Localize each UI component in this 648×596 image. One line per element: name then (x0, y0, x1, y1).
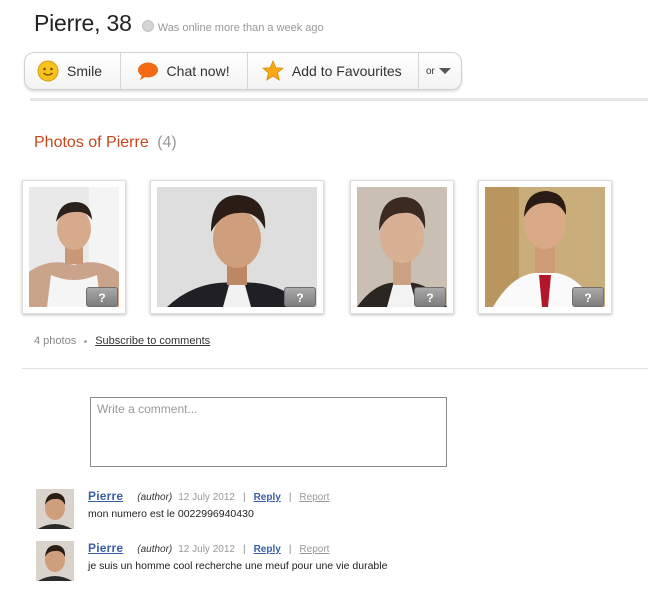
offline-dot-icon (141, 20, 154, 32)
photos-count: (4) (157, 134, 177, 151)
avatar[interactable] (36, 541, 74, 581)
photo-thumbnail[interactable]: ? (22, 180, 126, 314)
online-status: Was online more than a week ago (157, 22, 324, 34)
comment-body: Pierre (author) 12 July 2012 | Reply | R… (88, 541, 628, 572)
subscribe-to-comments-link[interactable]: Subscribe to comments (95, 335, 210, 347)
chat-now-button[interactable]: Chat now! (121, 53, 248, 89)
speech-bubble-icon (137, 61, 159, 81)
reply-link[interactable]: Reply (254, 492, 281, 503)
photo-thumbnail[interactable]: ? (150, 180, 324, 314)
divider (30, 98, 648, 101)
favourites-label: Add to Favourites (291, 63, 402, 79)
author-role: (author) (137, 544, 173, 555)
photo-thumbnail[interactable]: ? (350, 180, 454, 314)
photo-thumbnail[interactable]: ? (478, 180, 612, 314)
comment-header: Pierre (author) 12 July 2012 | Reply | R… (88, 541, 628, 555)
more-label: or (426, 65, 435, 77)
profile-header: Pierre, 38 Was online more than a week a… (34, 10, 324, 37)
reply-link[interactable]: Reply (254, 544, 281, 555)
comment-text: je suis un homme cool recherche une meuf… (88, 560, 388, 572)
smile-button[interactable]: Smile (25, 53, 121, 89)
separator: | (288, 544, 292, 555)
divider (22, 368, 648, 369)
comment-input[interactable] (90, 397, 447, 467)
photo-info-button[interactable]: ? (284, 287, 316, 307)
comment-text: mon numero est le 0022996940430 (88, 508, 254, 520)
star-icon (261, 60, 284, 82)
comment-header: Pierre (author) 12 July 2012 | Reply | R… (88, 489, 628, 503)
comment-date: 12 July 2012 (178, 492, 235, 503)
action-bar: Smile Chat now! Add to Favourites or (24, 52, 462, 90)
chevron-down-icon (438, 68, 451, 74)
separator: | (288, 492, 292, 503)
photos-title-label: Photos of Pierre (34, 134, 149, 151)
smile-label: Smile (67, 63, 103, 79)
profile-name: Pierre, 38 (34, 10, 132, 36)
more-actions-dropdown[interactable]: or (419, 53, 461, 89)
separator: | (242, 544, 246, 555)
add-to-favourites-button[interactable]: Add to Favourites (248, 53, 419, 89)
report-link[interactable]: Report (299, 544, 329, 555)
separator: | (242, 492, 246, 503)
comment-author-link[interactable]: Pierre (88, 541, 123, 555)
comment-body: Pierre (author) 12 July 2012 | Reply | R… (88, 489, 628, 520)
photo-meta: 4 photos Subscribe to comments (34, 335, 210, 347)
photo-info-button[interactable]: ? (414, 287, 446, 307)
photos-title: Photos of Pierre (4) (34, 134, 177, 152)
report-link[interactable]: Report (299, 492, 329, 503)
comment-author-link[interactable]: Pierre (88, 489, 123, 503)
author-role: (author) (137, 492, 173, 503)
smiley-face-icon (37, 60, 59, 82)
separator-dot (84, 339, 88, 343)
photo-count-text: 4 photos (34, 335, 77, 347)
photo-info-button[interactable]: ? (86, 287, 118, 307)
comment-date: 12 July 2012 (178, 544, 235, 555)
avatar[interactable] (36, 489, 74, 529)
photo-info-button[interactable]: ? (572, 287, 604, 307)
chat-label: Chat now! (166, 63, 230, 79)
